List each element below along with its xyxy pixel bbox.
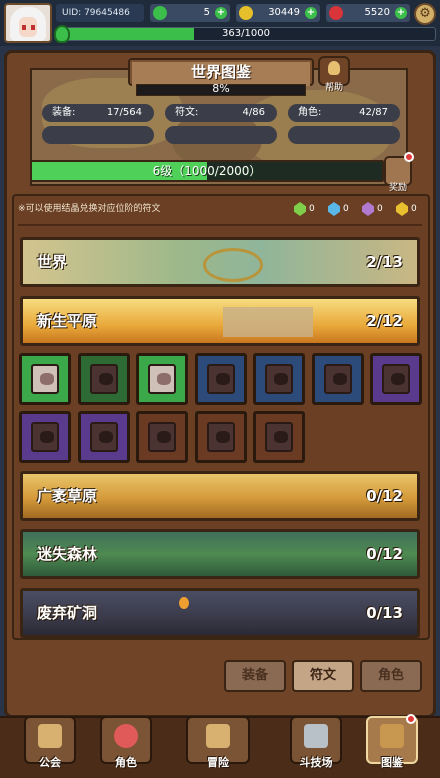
red-gem-icon xyxy=(329,6,343,20)
rune-card[interactable] xyxy=(311,353,364,405)
arena-swords-icon xyxy=(304,724,328,748)
nav-character-label[interactable]: 角色 xyxy=(91,754,161,770)
reward-label[interactable]: 奖励 xyxy=(380,180,416,193)
clover-resource: 5 + xyxy=(150,4,230,22)
add-gold-button[interactable]: + xyxy=(305,7,317,19)
settings-gear-icon[interactable]: ⚙ xyxy=(414,3,436,25)
region-banner-world[interactable]: 世界 2/13 xyxy=(20,237,420,287)
gold-resource: 30449 + xyxy=(236,4,320,22)
rune-card[interactable] xyxy=(136,411,188,463)
region-banner-vast-grassland[interactable]: 广袤草原 0/12 xyxy=(20,471,420,521)
lightbulb-icon xyxy=(328,61,340,75)
stat-equipment: 装备: 17/564 xyxy=(42,104,154,122)
crystal-exchange-notice: ※可以使用结晶兑换对应位阶的符文 xyxy=(18,204,161,214)
stat-slot xyxy=(42,126,154,144)
nav-codex-label[interactable]: 图鉴 xyxy=(357,754,427,770)
rune-icon xyxy=(157,373,171,385)
rune-card[interactable] xyxy=(136,353,188,405)
rune-icon xyxy=(332,373,347,385)
rune-card[interactable] xyxy=(370,353,422,405)
nav-adventure-label[interactable]: 冒险 xyxy=(183,754,253,770)
add-gem-button[interactable]: + xyxy=(395,7,407,19)
rune-icon xyxy=(98,431,113,443)
rune-icon xyxy=(157,431,171,443)
guild-icon xyxy=(38,724,62,748)
green-crystal-count: 0 xyxy=(309,204,315,214)
gold-crystal-count: 0 xyxy=(411,204,417,214)
rune-card[interactable] xyxy=(253,353,305,405)
level-text: 6级（1000/2000） xyxy=(152,164,262,178)
xp-orb-icon xyxy=(54,25,70,43)
rune-icon xyxy=(215,431,230,443)
rune-card[interactable] xyxy=(194,353,247,405)
stat-slot xyxy=(288,126,400,144)
rune-card[interactable] xyxy=(19,411,71,463)
rune-icon xyxy=(98,373,113,385)
rune-icon xyxy=(274,373,288,385)
help-label[interactable]: 帮助 xyxy=(314,80,354,93)
notification-dot xyxy=(406,714,416,724)
stat-runes: 符文: 4/86 xyxy=(165,104,277,122)
xp-bar: 363/1000 xyxy=(56,27,436,41)
adventure-map-icon xyxy=(206,724,230,748)
nav-arena-label[interactable]: 斗技场 xyxy=(281,754,351,770)
codex-book-icon xyxy=(380,724,404,748)
rune-icon xyxy=(274,431,288,443)
add-clover-button[interactable]: + xyxy=(215,7,227,19)
gem-resource: 5520 + xyxy=(326,4,410,22)
stat-slot xyxy=(165,126,277,144)
region-banner-lost-forest[interactable]: 迷失森林 0/12 xyxy=(20,529,420,579)
gold-coin-icon xyxy=(239,6,253,20)
rune-icon xyxy=(215,373,230,385)
tab-runes[interactable]: 符文 xyxy=(292,660,354,692)
completion-percent: 8% xyxy=(212,82,230,95)
blue-crystal-count: 0 xyxy=(343,204,349,214)
rune-icon xyxy=(40,373,54,385)
region-banner-newborn-plains[interactable]: 新生平原 2/12 xyxy=(20,296,420,346)
stat-characters: 角色: 42/87 xyxy=(288,104,400,122)
torch-icon xyxy=(179,597,189,609)
xp-text: 363/1000 xyxy=(222,28,270,39)
rune-card[interactable] xyxy=(253,411,305,463)
player-avatar[interactable] xyxy=(4,3,52,43)
tab-characters[interactable]: 角色 xyxy=(360,660,422,692)
uid-label: UID: 79645486 xyxy=(56,4,144,22)
rune-icon xyxy=(40,431,54,443)
divider xyxy=(18,224,422,226)
tab-equipment[interactable]: 装备 xyxy=(224,660,286,692)
clover-icon xyxy=(153,6,167,20)
region-banner-abandoned-mine[interactable]: 废弃矿洞 0/13 xyxy=(20,588,420,638)
rune-card[interactable] xyxy=(77,411,130,463)
rune-card[interactable] xyxy=(77,353,130,405)
rune-card[interactable] xyxy=(19,353,71,405)
notification-dot xyxy=(404,152,414,162)
rune-card[interactable] xyxy=(194,411,247,463)
rune-icon xyxy=(391,373,405,385)
nav-guild-label[interactable]: 公会 xyxy=(15,754,85,770)
character-icon xyxy=(114,724,138,748)
purple-crystal-count: 0 xyxy=(377,204,383,214)
